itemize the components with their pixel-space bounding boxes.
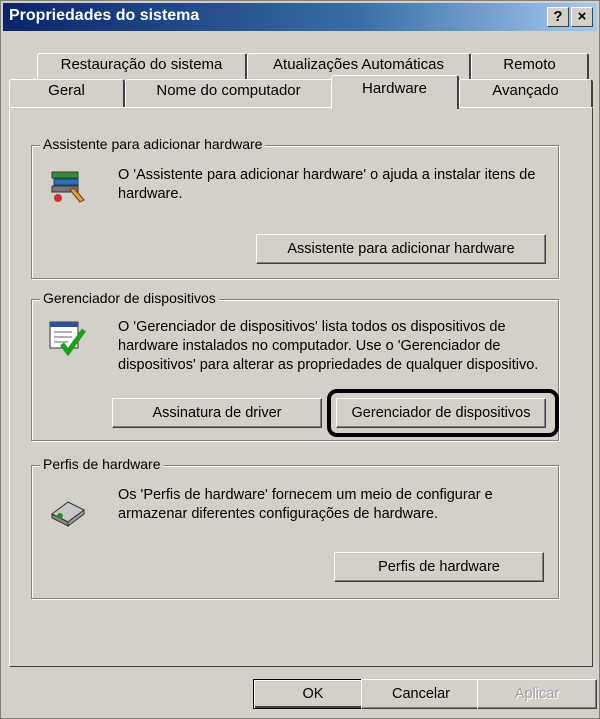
- tab-label: Remoto: [503, 56, 556, 73]
- button-label: Gerenciador de dispositivos: [351, 405, 531, 421]
- tab-label: Hardware: [361, 80, 428, 97]
- close-button[interactable]: ×: [571, 7, 593, 27]
- window-title: Propriedades do sistema: [9, 7, 200, 24]
- cancel-button[interactable]: Cancelar: [361, 679, 481, 709]
- help-icon: ?: [553, 8, 563, 25]
- button-label: Assinatura de driver: [152, 405, 282, 421]
- hardware-profiles-group: Perfis de hardware Os 'Perfis de hardwar…: [31, 456, 559, 599]
- device-manager-description: O 'Gerenciador de dispositivos' lista to…: [118, 319, 539, 373]
- help-button[interactable]: ?: [547, 7, 569, 27]
- tab-label: Atualizações Automáticas: [273, 56, 444, 73]
- tab-remoto[interactable]: Remoto: [471, 53, 589, 79]
- group-title: Gerenciador de dispositivos: [40, 290, 219, 306]
- driver-signing-button[interactable]: Assinatura de driver: [112, 398, 322, 428]
- title-bar[interactable]: Propriedades do sistema ? ×: [3, 3, 597, 31]
- tab-label: Nome do computador: [156, 82, 301, 99]
- hardware-profiles-button[interactable]: Perfis de hardware: [334, 552, 544, 582]
- add-hardware-wizard-icon: [51, 171, 85, 203]
- tab-geral[interactable]: Geral: [9, 79, 125, 107]
- tab-label: Restauração do sistema: [60, 56, 223, 73]
- hardware-profiles-description: Os 'Perfis de hardware' fornecem um meio…: [118, 487, 493, 522]
- tab-restauracao[interactable]: Restauração do sistema: [37, 53, 247, 79]
- device-manager-button[interactable]: Gerenciador de dispositivos: [336, 398, 546, 428]
- ok-button[interactable]: OK: [253, 679, 373, 709]
- add-hardware-wizard-button[interactable]: Assistente para adicionar hardware: [256, 234, 546, 264]
- hardware-profiles-icon: [51, 501, 85, 527]
- button-label: Assistente para adicionar hardware: [287, 241, 515, 257]
- tab-hardware[interactable]: Hardware: [331, 75, 459, 109]
- tab-nome-computador[interactable]: Nome do computador: [125, 79, 333, 107]
- group-title: Assistente para adicionar hardware: [40, 136, 266, 152]
- system-properties-dialog: Propriedades do sistema ? × Restauração …: [0, 0, 600, 719]
- button-label: Cancelar: [391, 686, 451, 702]
- tab-label: Geral: [48, 82, 85, 99]
- tab-label: Avançado: [492, 82, 559, 99]
- add-hardware-description: O 'Assistente para adicionar hardware' o…: [118, 167, 536, 202]
- button-label: OK: [302, 686, 324, 702]
- device-manager-group: Gerenciador de dispositivos O 'Gerenciad…: [31, 290, 559, 441]
- tab-avancado[interactable]: Avançado: [459, 79, 593, 107]
- group-title: Perfis de hardware: [40, 456, 164, 472]
- add-hardware-group: Assistente para adicionar hardware O 'As…: [31, 136, 559, 279]
- button-label: Perfis de hardware: [378, 559, 500, 575]
- device-manager-icon: [49, 321, 87, 357]
- apply-button[interactable]: Aplicar: [477, 679, 597, 709]
- button-label: Aplicar: [514, 686, 560, 702]
- close-icon: ×: [577, 8, 587, 25]
